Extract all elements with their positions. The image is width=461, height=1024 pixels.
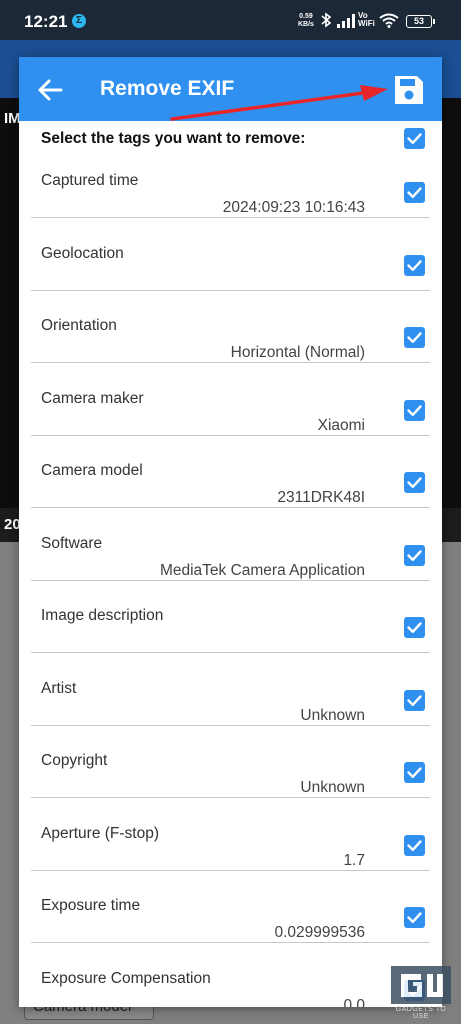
tag-value: Unknown xyxy=(300,706,365,724)
tag-row[interactable]: Orientation Horizontal (Normal) xyxy=(19,310,442,383)
tag-label: Aperture (F-stop) xyxy=(41,824,160,842)
tag-checkbox[interactable] xyxy=(404,617,425,638)
wifi-icon xyxy=(379,13,399,33)
tag-value: MediaTek Camera Application xyxy=(159,561,365,579)
row-divider xyxy=(31,797,430,798)
row-divider xyxy=(31,362,430,363)
tag-checkbox[interactable] xyxy=(404,544,425,566)
network-speed-unit: KB/s xyxy=(298,21,314,28)
tag-row[interactable]: Artist Unknown xyxy=(19,673,442,746)
row-divider xyxy=(31,652,430,653)
tag-row[interactable]: Exposure time 0.029999536 xyxy=(19,890,442,963)
tag-label: Geolocation xyxy=(41,244,124,262)
signal-icon xyxy=(337,14,355,33)
tag-checkbox[interactable] xyxy=(404,689,425,711)
tag-value: 2024:09:23 10:16:43 xyxy=(222,199,365,216)
tag-row[interactable]: Image description xyxy=(19,600,442,673)
tag-label: Exposure time xyxy=(41,897,141,914)
tag-row[interactable]: Exposure Compensation 0.0 xyxy=(19,963,442,1008)
row-divider xyxy=(31,942,430,943)
wifi-label: WiFi xyxy=(358,19,375,28)
tag-checkbox[interactable] xyxy=(404,399,425,421)
dialog-title: Remove EXIF xyxy=(100,77,235,100)
tag-value: Xiaomi xyxy=(317,416,365,434)
network-speed: 0.59 KB/s xyxy=(298,13,314,29)
tag-row[interactable]: Geolocation xyxy=(19,238,442,311)
tag-checkbox[interactable] xyxy=(404,182,425,203)
row-divider xyxy=(31,579,430,581)
notification-app-icon: Σ xyxy=(72,14,86,28)
tag-checkbox[interactable] xyxy=(404,834,425,856)
status-bar: 12:21 Σ 0.59 KB/s Vo WiFi 53 xyxy=(0,0,461,40)
select-all-checkbox[interactable] xyxy=(404,128,425,149)
vowifi-indicator: Vo WiFi xyxy=(358,12,375,28)
tag-row[interactable]: Captured time 2024:09:23 10:16:43 xyxy=(19,165,442,238)
tag-checkbox[interactable] xyxy=(404,907,425,928)
battery-icon: 53 xyxy=(406,15,435,28)
tag-row[interactable]: Aperture (F-stop) 1.7 xyxy=(19,818,442,891)
remove-exif-dialog: Remove EXIF Select the tags you want to … xyxy=(19,57,442,1007)
tag-value: 0.029999536 xyxy=(274,924,365,941)
watermark-logo: GADGETS TO USE xyxy=(391,966,451,1020)
tag-label: Captured time xyxy=(41,172,139,189)
network-speed-value: 0.59 xyxy=(299,13,313,20)
save-icon[interactable] xyxy=(391,72,427,108)
tag-row[interactable]: Camera maker Xiaomi xyxy=(19,383,442,456)
tag-list: Captured time 2024:09:23 10:16:43 Geolocat… xyxy=(19,165,442,1007)
tag-label: Exposure Compensation xyxy=(41,969,211,987)
tag-value: 1.7 xyxy=(343,851,365,869)
tag-label: Image description xyxy=(41,607,164,624)
row-divider xyxy=(31,507,430,508)
tag-label: Camera maker xyxy=(41,389,144,407)
select-all-label: Select the tags you want to remove: xyxy=(41,130,306,147)
row-divider xyxy=(31,724,430,726)
tag-row[interactable]: Copyright Unknown xyxy=(19,745,442,818)
tag-label: Orientation xyxy=(41,317,117,334)
tag-checkbox[interactable] xyxy=(404,254,425,276)
tag-label: Software xyxy=(41,534,103,552)
bluetooth-icon xyxy=(320,12,332,33)
tag-checkbox[interactable] xyxy=(404,327,425,348)
watermark-text: GADGETS TO USE xyxy=(395,1006,447,1020)
tag-value: 2311DRK48I xyxy=(277,489,365,506)
tag-label: Camera model xyxy=(41,462,143,479)
back-arrow-icon[interactable] xyxy=(33,73,67,107)
tag-row[interactable]: Software MediaTek Camera Application xyxy=(19,528,442,601)
tag-row[interactable]: Camera model 2311DRK48I xyxy=(19,455,442,528)
tag-label: Copyright xyxy=(41,752,108,769)
dialog-header: Remove EXIF xyxy=(19,57,442,121)
row-divider xyxy=(31,289,430,291)
tag-value: Horizontal (Normal) xyxy=(230,344,365,361)
row-divider xyxy=(31,434,430,436)
tag-value: 0.0 xyxy=(343,996,365,1008)
tag-value: Unknown xyxy=(300,779,365,796)
tag-checkbox[interactable] xyxy=(404,472,425,493)
tag-checkbox[interactable] xyxy=(404,762,425,783)
status-time: 12:21 xyxy=(24,12,68,31)
row-divider xyxy=(31,217,430,218)
row-divider xyxy=(31,869,430,871)
tag-label: Artist xyxy=(41,679,77,697)
watermark-badge xyxy=(391,966,451,1004)
